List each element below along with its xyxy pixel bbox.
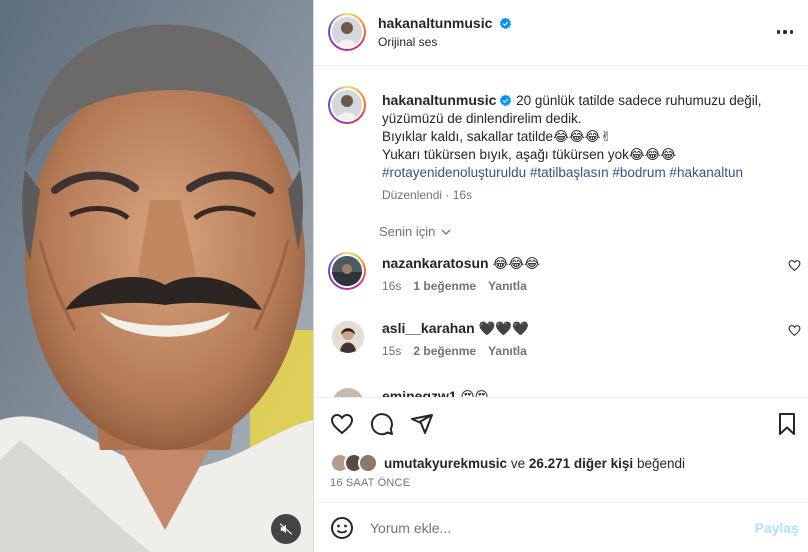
comment-likes-count[interactable]: 1 beğenme: [413, 279, 476, 293]
comment-item-partial: eminegzw1 😍😍: [314, 384, 808, 397]
commenter-avatar[interactable]: [332, 388, 364, 397]
post-comment-button[interactable]: Paylaş: [755, 520, 799, 536]
chevron-down-icon: [441, 229, 451, 235]
reply-button[interactable]: Yanıtla: [488, 344, 527, 358]
post-timestamp: 16 SAAT ÖNCE: [330, 477, 411, 489]
send-icon[interactable]: [410, 412, 434, 436]
mute-toggle-button[interactable]: [271, 514, 301, 544]
caption-line-2: yüzümüzü de dinlendirelim dedik.: [382, 111, 582, 126]
likes-connector: ve: [510, 455, 526, 471]
likes-others[interactable]: 26.271 diğer kişi: [529, 456, 633, 471]
comment-username[interactable]: nazankaratosun: [382, 255, 489, 271]
comment-sort-label: Senin için: [379, 224, 436, 239]
heart-icon[interactable]: [788, 324, 801, 337]
verified-badge-icon: [500, 94, 512, 107]
comment-username[interactable]: asli__karahan: [382, 320, 475, 336]
speaker-muted-icon: [279, 523, 293, 535]
audio-label[interactable]: Orijinal ses: [378, 35, 437, 49]
edited-timestamp: Düzenlendi · 16s: [382, 188, 473, 202]
verified-badge-icon: [500, 17, 512, 30]
caption-avatar[interactable]: [328, 86, 366, 124]
bookmark-icon[interactable]: [775, 412, 799, 436]
heart-icon[interactable]: [788, 259, 801, 272]
comment-text: 😂😂😂: [492, 256, 540, 271]
likes-suffix: beğendi: [636, 455, 686, 471]
comment-item: nazankaratosun 😂😂😂 16s 1 beğenme Yanıtla: [314, 252, 808, 302]
comment-time: 16s: [382, 279, 402, 293]
post-actions: umutakyurekmusic ve 26.271 diğer kişi be…: [314, 397, 808, 502]
post-header: hakanaltunmusic Orijinal ses: [314, 0, 808, 66]
emoji-icon[interactable]: [330, 516, 354, 540]
commenter-avatar[interactable]: [332, 321, 364, 353]
likes-summary: umutakyurekmusic ve 26.271 diğer kişi be…: [330, 453, 685, 473]
comment-username[interactable]: eminegzw1: [382, 388, 457, 397]
liker-avatars[interactable]: [330, 453, 380, 473]
commenter-avatar[interactable]: [328, 252, 366, 290]
comment-time: 15s: [382, 344, 402, 358]
comment-input[interactable]: [370, 517, 730, 539]
comment-text: 🖤🖤🖤: [478, 321, 530, 336]
caption-hashtags[interactable]: #rotayenidenoluşturuldu #tatilbaşlasın #…: [382, 164, 782, 182]
comment-likes-count[interactable]: 2 beğenme: [413, 344, 476, 358]
comment-text: 😍😍: [460, 389, 489, 397]
comment-sort-dropdown[interactable]: Senin için: [379, 224, 452, 239]
comment-icon[interactable]: [370, 412, 394, 436]
reply-button[interactable]: Yanıtla: [488, 279, 527, 293]
caption-username[interactable]: hakanaltunmusic: [382, 92, 496, 108]
post-media[interactable]: [0, 0, 313, 552]
caption-line-1: 20 günlük tatilde sadece ruhumuzu değil,: [516, 93, 762, 108]
liker-username[interactable]: umutakyurekmusic: [384, 456, 507, 471]
caption-line-4: Yukarı tükürsen bıyık, aşağı tükürsen yo…: [382, 147, 677, 162]
more-horizontal-icon: [776, 30, 781, 34]
caption-line-3: Bıyıklar kaldı, sakallar tatilde😂😂😂✌: [382, 129, 612, 144]
author-username[interactable]: hakanaltunmusic: [378, 15, 492, 31]
comment-item: asli__karahan 🖤🖤🖤 15s 2 beğenme Yanıtla: [314, 317, 808, 367]
more-options-button[interactable]: [775, 24, 795, 40]
post-photo: [0, 0, 313, 552]
heart-icon[interactable]: [330, 412, 354, 436]
post-sidebar: hakanaltunmusic Orijinal ses hakanaltunm…: [313, 0, 808, 552]
author-avatar[interactable]: [328, 13, 366, 51]
add-comment-bar: Paylaş: [314, 502, 808, 552]
